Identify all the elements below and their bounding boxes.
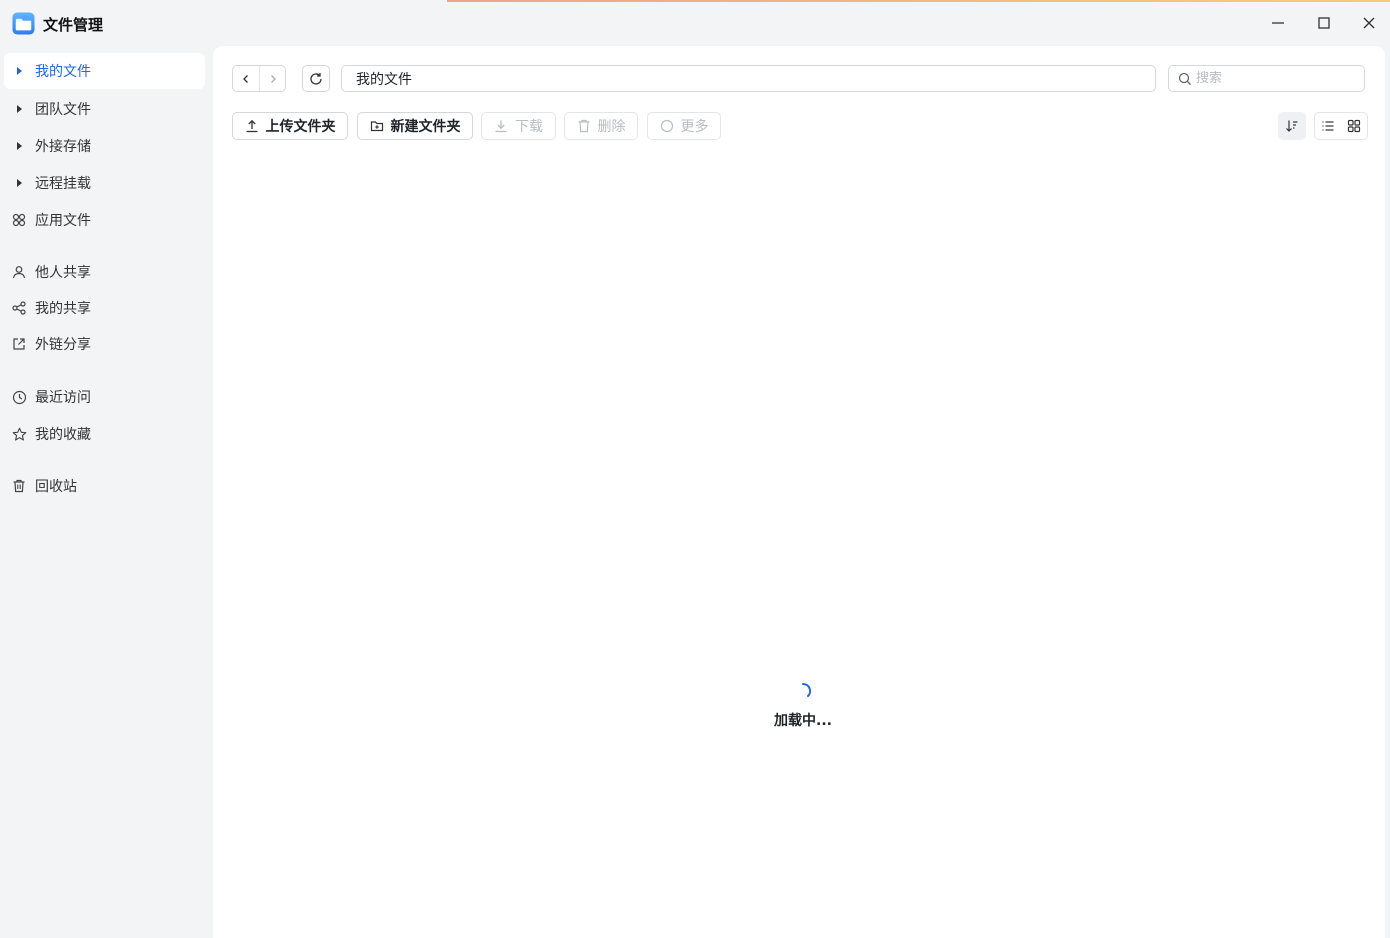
sidebar-item-label: 团队文件 (35, 102, 91, 118)
chevron-left-icon (243, 74, 248, 83)
search-icon (1178, 72, 1192, 86)
sidebar-item-label: 远程挂载 (35, 176, 91, 192)
sidebar-item-label: 我的文件 (35, 64, 91, 80)
sort-button[interactable] (1278, 112, 1306, 140)
upload-folder-button[interactable]: 上传文件夹 (232, 112, 348, 140)
sidebar-item-label: 应用文件 (35, 213, 91, 229)
upload-folder-label: 上传文件夹 (265, 119, 336, 135)
search-input[interactable] (1196, 71, 1346, 86)
sidebar-item-label: 我的共享 (35, 301, 91, 317)
minimize-icon (1272, 22, 1284, 24)
minimize-button[interactable] (1265, 10, 1291, 36)
caret-right-icon (4, 178, 34, 188)
folder-app-icon (12, 12, 35, 35)
caret-right-icon (4, 66, 34, 76)
forward-button[interactable] (259, 66, 285, 91)
list-view-button[interactable] (1315, 113, 1341, 139)
new-folder-button[interactable]: 新建文件夹 (357, 112, 473, 140)
sidebar-item-recent[interactable]: 最近访问 (4, 379, 205, 415)
sidebar-item-my-shares[interactable]: 我的共享 (4, 290, 205, 326)
download-label: 下载 (515, 119, 543, 135)
download-icon (494, 119, 508, 133)
delete-button[interactable]: 删除 (564, 112, 638, 140)
clock-icon (4, 390, 34, 405)
sidebar-item-team-files[interactable]: 团队文件 (4, 91, 205, 127)
sidebar-item-label: 回收站 (35, 479, 77, 495)
path-text: 我的文件 (356, 71, 412, 88)
history-nav (232, 65, 286, 92)
view-switcher (1314, 112, 1368, 140)
sidebar-item-favorites[interactable]: 我的收藏 (4, 416, 205, 452)
sidebar-item-label: 他人共享 (35, 265, 91, 281)
sidebar-item-shared-with-me[interactable]: 他人共享 (4, 254, 205, 290)
loading-text: 加载中... (774, 713, 832, 729)
back-button[interactable] (233, 66, 259, 91)
sidebar-item-label: 外接存储 (35, 139, 91, 155)
close-icon (1363, 17, 1375, 29)
star-icon (4, 427, 34, 442)
sidebar-item-remote-mount[interactable]: 远程挂载 (4, 165, 205, 201)
maximize-button[interactable] (1311, 10, 1337, 36)
more-label: 更多 (680, 119, 709, 135)
grid-view-button[interactable] (1341, 113, 1367, 139)
list-icon (1322, 121, 1334, 131)
sidebar-item-app-files[interactable]: 应用文件 (4, 202, 205, 238)
apps-icon (4, 213, 34, 227)
app-title: 文件管理 (43, 16, 104, 34)
external-link-icon (4, 337, 34, 351)
user-icon (4, 265, 34, 279)
delete-label: 删除 (597, 119, 626, 135)
sort-icon (1286, 120, 1298, 132)
trash-icon (4, 479, 34, 493)
more-icon (660, 119, 674, 133)
sidebar-item-external-storage[interactable]: 外接存储 (4, 128, 205, 164)
sidebar-item-link-shares[interactable]: 外链分享 (4, 326, 205, 362)
loading-indicator: 加载中... (763, 682, 843, 730)
chevron-right-icon (270, 74, 276, 83)
refresh-button[interactable] (302, 65, 330, 92)
sidebar-item-label: 外链分享 (35, 337, 91, 353)
title-bar: 文件管理 (0, 0, 1390, 46)
trash-icon (577, 119, 591, 133)
refresh-icon (310, 72, 322, 85)
sidebar-item-my-files[interactable]: 我的文件 (4, 53, 205, 89)
sidebar-item-recycle-bin[interactable]: 回收站 (4, 468, 205, 504)
upload-icon (245, 119, 259, 133)
close-button[interactable] (1356, 10, 1382, 36)
grid-icon (1347, 119, 1361, 133)
new-folder-icon (370, 119, 384, 133)
path-bar[interactable]: 我的文件 (341, 65, 1156, 92)
main-panel: 我的文件 上传文件夹 新建文件夹 下载 删除 更多 (213, 46, 1385, 938)
sidebar-item-label: 最近访问 (35, 390, 91, 406)
share-icon (4, 301, 34, 315)
search-box[interactable] (1168, 65, 1365, 92)
sidebar-item-label: 我的收藏 (35, 427, 91, 443)
more-button[interactable]: 更多 (647, 112, 721, 140)
maximize-icon (1318, 17, 1330, 29)
new-folder-label: 新建文件夹 (390, 119, 461, 135)
caret-right-icon (4, 104, 34, 114)
sidebar: 我的文件 团队文件 外接存储 远程挂载 应用文件 他人共享 我的共享 外链分享 (0, 46, 212, 938)
spinner-icon (802, 682, 812, 697)
download-button[interactable]: 下载 (481, 112, 556, 140)
caret-right-icon (4, 141, 34, 151)
